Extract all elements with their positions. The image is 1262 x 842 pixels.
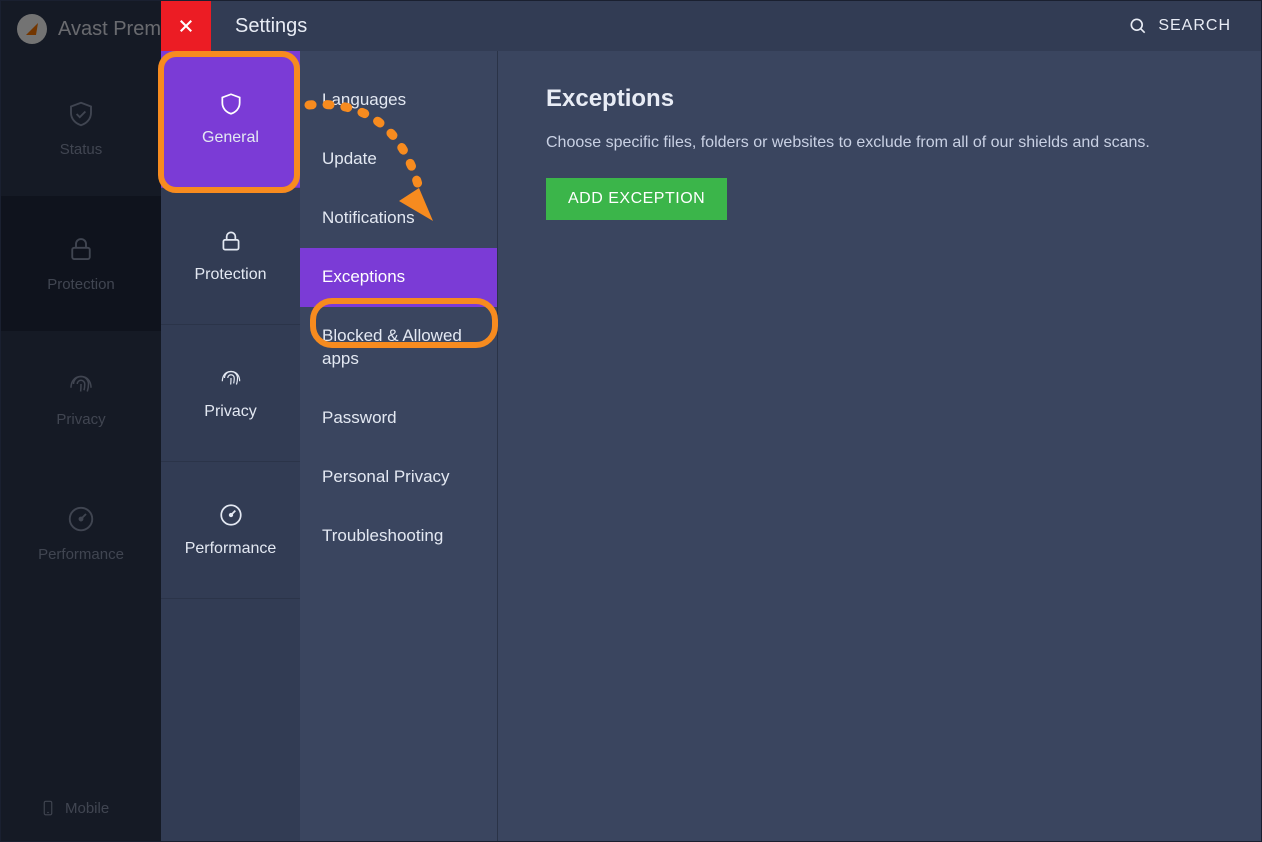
- main-nav-performance[interactable]: Performance: [1, 466, 161, 601]
- gauge-icon: [218, 502, 244, 528]
- search-button[interactable]: SEARCH: [1128, 1, 1231, 51]
- main-nav-protection[interactable]: Protection: [1, 196, 161, 331]
- settings-categories: General Protection Privacy Performance: [161, 51, 300, 841]
- content-heading: Exceptions: [546, 85, 1213, 113]
- main-nav-label: Privacy: [56, 411, 105, 428]
- settings-header: Settings SEARCH: [161, 1, 1261, 51]
- fingerprint-icon: [66, 369, 96, 399]
- submenu-blocked-allowed[interactable]: Blocked & Allowed apps: [300, 307, 497, 389]
- submenu-personal-privacy[interactable]: Personal Privacy: [300, 448, 497, 507]
- main-nav-label: Mobile: [65, 800, 109, 817]
- search-label: SEARCH: [1158, 17, 1231, 35]
- gauge-icon: [66, 504, 96, 534]
- main-nav-label: Protection: [47, 276, 115, 293]
- main-nav-privacy[interactable]: Privacy: [1, 331, 161, 466]
- fingerprint-icon: [218, 365, 244, 391]
- submenu-label: Password: [322, 408, 397, 427]
- main-nav-label: Performance: [38, 546, 124, 563]
- submenu-password[interactable]: Password: [300, 389, 497, 448]
- content-description: Choose specific files, folders or websit…: [546, 131, 1213, 154]
- submenu-exceptions[interactable]: Exceptions: [300, 248, 497, 307]
- search-icon: [1128, 16, 1148, 36]
- settings-panel: Settings SEARCH General Protection P: [161, 1, 1261, 841]
- category-protection[interactable]: Protection: [161, 188, 300, 325]
- submenu-label: Blocked & Allowed apps: [322, 326, 462, 368]
- mobile-icon: [39, 799, 57, 817]
- main-nav-status[interactable]: Status: [1, 61, 161, 196]
- category-label: Performance: [185, 540, 277, 558]
- submenu-update[interactable]: Update: [300, 130, 497, 189]
- submenu-label: Update: [322, 149, 377, 168]
- submenu-troubleshooting[interactable]: Troubleshooting: [300, 507, 497, 566]
- submenu-label: Notifications: [322, 208, 415, 227]
- settings-submenu: Languages Update Notifications Exception…: [300, 51, 498, 841]
- settings-content: Exceptions Choose specific files, folder…: [498, 51, 1261, 841]
- settings-title: Settings: [235, 15, 307, 38]
- close-icon: [177, 17, 195, 35]
- category-general[interactable]: General: [161, 51, 300, 188]
- main-nav-mobile[interactable]: Mobile: [39, 799, 109, 817]
- close-button[interactable]: [161, 1, 211, 51]
- submenu-label: Languages: [322, 90, 406, 109]
- submenu-languages[interactable]: Languages: [300, 71, 497, 130]
- category-privacy[interactable]: Privacy: [161, 325, 300, 462]
- add-exception-button[interactable]: ADD EXCEPTION: [546, 178, 727, 220]
- category-label: Protection: [194, 266, 266, 284]
- main-nav-label: Status: [60, 141, 103, 158]
- submenu-notifications[interactable]: Notifications: [300, 189, 497, 248]
- category-label: General: [202, 129, 259, 147]
- app-brand-label: Avast Premi: [58, 18, 165, 41]
- category-label: Privacy: [204, 403, 256, 421]
- submenu-label: Exceptions: [322, 267, 405, 286]
- shield-icon: [218, 91, 244, 117]
- main-nav: Status Protection Privacy Performance Mo…: [1, 1, 161, 841]
- shield-check-icon: [66, 99, 96, 129]
- submenu-label: Troubleshooting: [322, 526, 443, 545]
- submenu-label: Personal Privacy: [322, 467, 450, 486]
- app-brand: Avast Premi: [16, 13, 165, 45]
- lock-icon: [218, 228, 244, 254]
- category-performance[interactable]: Performance: [161, 462, 300, 599]
- lock-icon: [66, 234, 96, 264]
- avast-logo-icon: [16, 13, 48, 45]
